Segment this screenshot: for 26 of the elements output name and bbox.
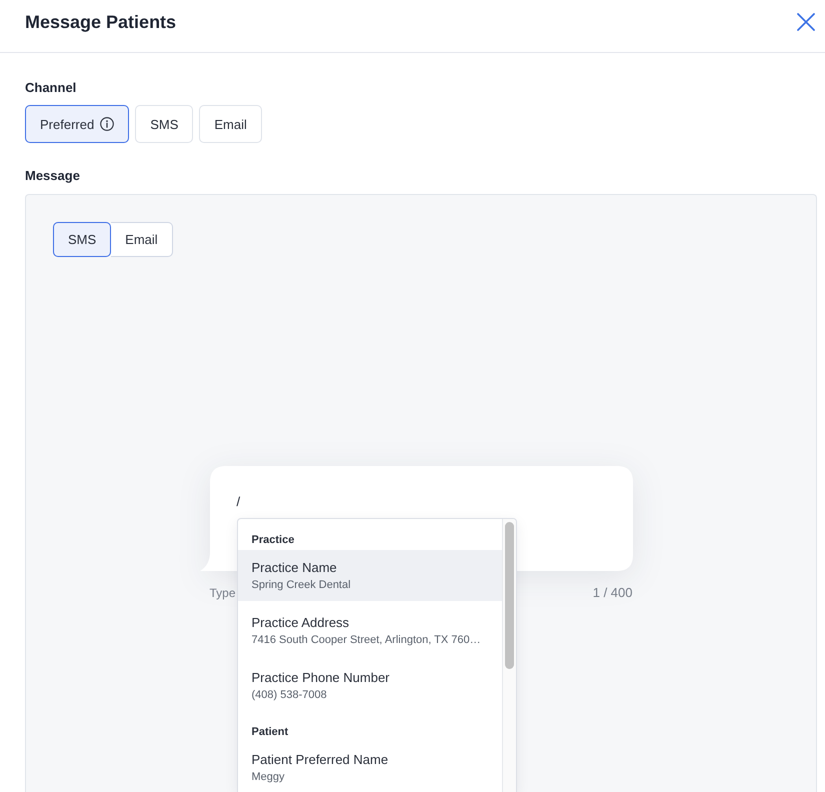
variable-value: Meggy <box>252 770 286 784</box>
menu-group-heading: Practice <box>250 533 296 548</box>
scrollbar-thumb[interactable] <box>504 522 514 669</box>
menu-item[interactable]: Patient Preferred Name Meggy <box>238 742 502 792</box>
variable-name: Practice Address <box>252 614 350 632</box>
channel-label: Channel <box>25 79 78 97</box>
variable-name: Practice Name <box>252 558 338 576</box>
menu-group-heading: Patient <box>250 725 290 740</box>
variable-name: Patient Preferred Name <box>252 750 390 768</box>
format-tab[interactable]: SMS <box>53 222 112 257</box>
dialog-title: Message Patients <box>25 11 176 33</box>
helper-text: Type <box>210 585 236 602</box>
variable-value: 7416 South Cooper Street, Arlington, TX 760… <box>252 632 482 648</box>
menu-item[interactable]: Practice Name Spring Creek Dental <box>238 550 502 601</box>
variable-value: Spring Creek Dental <box>252 578 352 592</box>
close-icon[interactable] <box>797 13 815 31</box>
format-tab[interactable]: Email <box>111 222 173 257</box>
variable-value: (408) 538-7008 <box>252 688 328 702</box>
character-counter: 1 / 400 <box>592 584 632 602</box>
menu-item[interactable]: Practice Phone Number (408) 538-7008 <box>238 660 502 711</box>
channel-option[interactable]: SMS <box>135 105 194 143</box>
channel-option[interactable]: Email <box>199 105 262 143</box>
variable-name: Practice Phone Number <box>252 668 391 686</box>
channel-option[interactable]: Preferred <box>25 105 130 143</box>
message-label: Message <box>25 167 81 185</box>
menu-item[interactable]: Practice Address 7416 South Cooper Street, Arlington, TX 760… <box>238 605 502 656</box>
